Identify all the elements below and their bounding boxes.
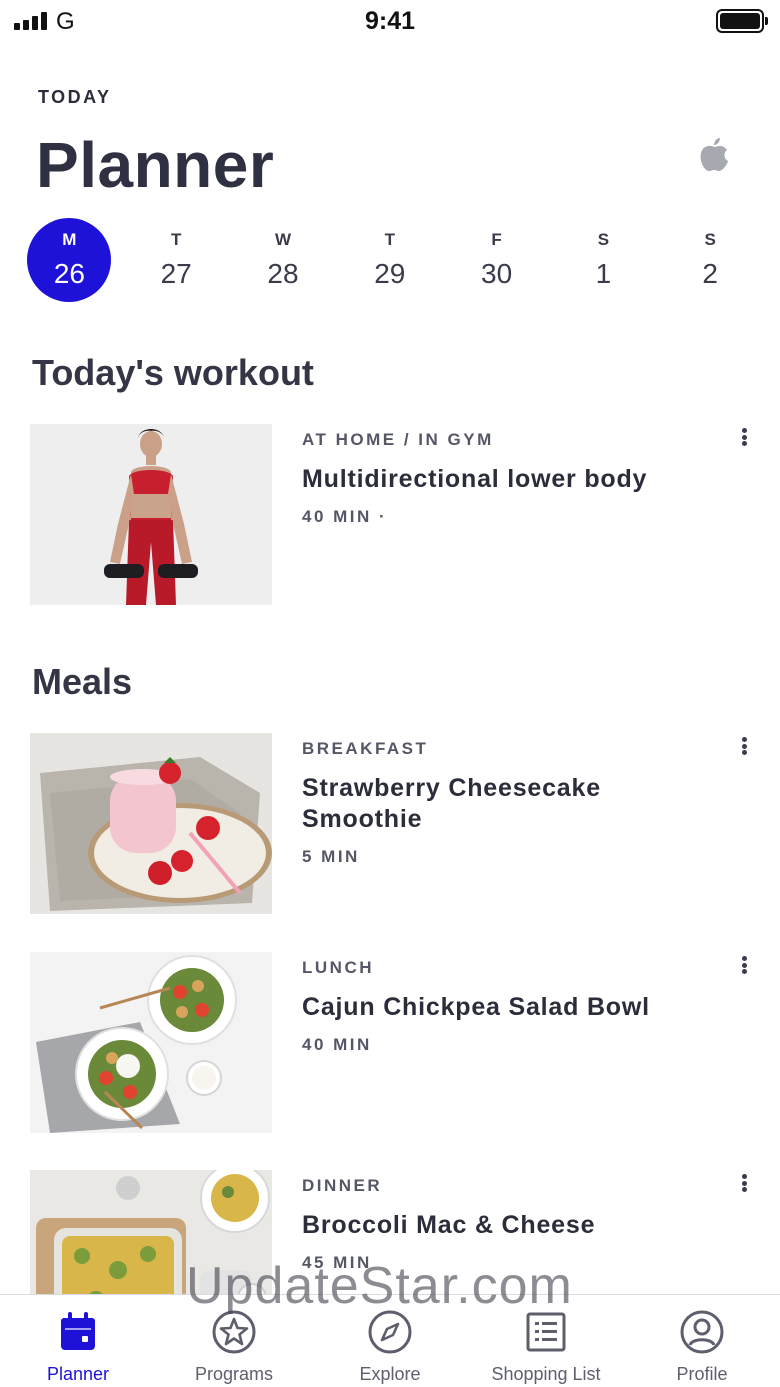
dinner-meta: DINNER Broccoli Mac & Cheese 45 MIN — [302, 1176, 722, 1273]
day-of-week: W — [274, 230, 292, 249]
day-date: 29 — [374, 258, 406, 289]
calendar-icon — [61, 1312, 95, 1350]
tab-label: Shopping List — [491, 1364, 601, 1384]
meal-duration: 40 MIN — [302, 1035, 372, 1054]
tab-explore[interactable]: Explore — [312, 1295, 468, 1387]
apple-health-icon[interactable] — [698, 136, 730, 172]
meal-duration: 5 MIN — [302, 847, 360, 866]
day-date: 27 — [160, 258, 192, 289]
tab-label: Programs — [194, 1364, 274, 1384]
day-sunday[interactable]: S 2 — [657, 218, 764, 302]
tab-programs[interactable]: Programs — [156, 1295, 312, 1387]
user-icon — [680, 1310, 724, 1354]
meal-name: Broccoli Mac & Cheese — [302, 1211, 596, 1239]
breakfast-image — [30, 733, 272, 914]
more-options-icon[interactable] — [738, 426, 750, 448]
day-wednesday[interactable]: W 28 — [230, 218, 337, 302]
meals-section-title: Meals — [32, 661, 133, 702]
list-icon — [526, 1312, 566, 1352]
meal-card-breakfast[interactable]: BREAKFAST Strawberry Cheesecake Smoothie… — [30, 733, 760, 915]
workout-section-title: Today's workout — [32, 352, 314, 393]
day-date: 26 — [53, 258, 85, 289]
lunch-meta: LUNCH Cajun Chickpea Salad Bowl 40 MIN — [302, 958, 722, 1055]
more-options-icon[interactable] — [738, 1172, 750, 1194]
meal-name: Strawberry Cheesecake Smoothie — [302, 774, 601, 833]
day-of-week: T — [384, 230, 395, 249]
day-friday[interactable]: F 30 — [443, 218, 550, 302]
week-strip: M 26 T 27 W 28 T 29 F 30 S 1 S 2 — [16, 218, 764, 302]
meal-type-tag: DINNER — [302, 1176, 383, 1195]
day-of-week: F — [491, 230, 502, 249]
day-tuesday[interactable]: T 27 — [123, 218, 230, 302]
page-title: Planner — [36, 129, 275, 201]
more-options-icon[interactable] — [738, 954, 750, 976]
tab-label: Explore — [359, 1364, 421, 1384]
bottom-tab-bar: Planner Programs Explore Shopping List P… — [0, 1294, 780, 1387]
workout-image — [30, 424, 272, 605]
meal-type-tag: LUNCH — [302, 958, 374, 977]
selected-day-indicator: M 26 — [27, 218, 112, 302]
tab-profile[interactable]: Profile — [624, 1295, 780, 1387]
day-monday[interactable]: M 26 — [16, 218, 123, 302]
compass-icon — [368, 1310, 412, 1354]
tab-planner[interactable]: Planner — [0, 1295, 156, 1387]
day-of-week: S — [597, 230, 610, 249]
battery-icon — [716, 9, 768, 33]
day-date: 1 — [595, 258, 612, 289]
day-saturday[interactable]: S 1 — [550, 218, 657, 302]
lunch-image — [30, 952, 272, 1133]
meal-duration: 45 MIN — [302, 1253, 372, 1272]
meal-name: Cajun Chickpea Salad Bowl — [302, 993, 650, 1021]
tab-label: Planner — [46, 1364, 110, 1384]
workout-name: Multidirectional lower body — [302, 465, 648, 493]
day-date: 28 — [267, 258, 299, 289]
workout-location-tag: AT HOME / IN GYM — [302, 430, 494, 449]
tab-label: Profile — [676, 1364, 728, 1384]
today-eyebrow: TODAY — [38, 87, 112, 107]
day-date: 30 — [481, 258, 513, 289]
status-bar: G 9:41 — [0, 0, 780, 44]
star-icon — [212, 1310, 256, 1354]
workout-duration: 40 MIN · — [302, 507, 388, 526]
breakfast-meta: BREAKFAST Strawberry Cheesecake Smoothie… — [302, 739, 722, 867]
day-thursday[interactable]: T 29 — [336, 218, 443, 302]
workout-card[interactable]: AT HOME / IN GYM Multidirectional lower … — [30, 424, 760, 606]
clock: 9:41 — [364, 7, 416, 35]
day-date: 2 — [702, 258, 718, 289]
workout-meta: AT HOME / IN GYM Multidirectional lower … — [302, 430, 722, 527]
meal-type-tag: BREAKFAST — [302, 739, 429, 758]
more-options-icon[interactable] — [738, 735, 750, 757]
day-of-week: T — [171, 230, 182, 249]
day-of-week: M — [62, 230, 77, 249]
meal-card-lunch[interactable]: LUNCH Cajun Chickpea Salad Bowl 40 MIN — [30, 952, 760, 1134]
tab-shopping-list[interactable]: Shopping List — [468, 1295, 624, 1387]
day-of-week: S — [704, 230, 716, 249]
